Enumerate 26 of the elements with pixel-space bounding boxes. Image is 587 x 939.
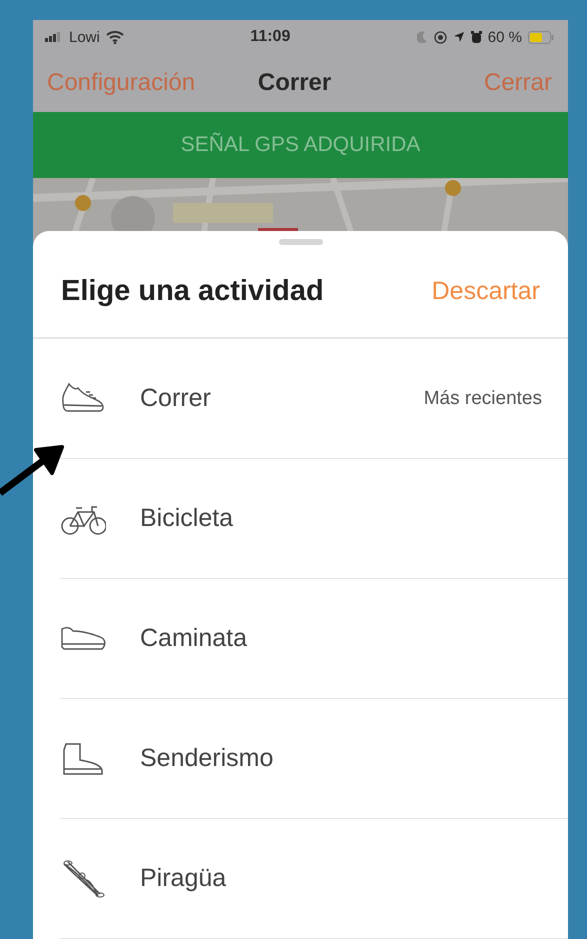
status-time: 11:09: [250, 28, 290, 46]
battery-percent: 60 %: [488, 28, 522, 46]
recent-label: Más recientes: [424, 388, 542, 410]
location-icon: [452, 31, 465, 44]
activity-name: Caminata: [140, 624, 248, 653]
rotation-lock-icon: [434, 30, 447, 44]
wifi-icon: [106, 30, 124, 44]
activity-name: Bicicleta: [140, 504, 234, 533]
sheet-handle: [278, 239, 322, 245]
activity-row[interactable]: Senderismo: [60, 699, 568, 819]
battery-icon: [528, 30, 554, 44]
activity-row[interactable]: Caminata: [60, 579, 568, 699]
alarm-icon: [470, 30, 482, 44]
activity-row[interactable]: Correr Más recientes: [60, 339, 568, 459]
signal-icon: [45, 32, 63, 42]
moon-icon: [416, 31, 428, 44]
gps-status-text: SEÑAL GPS ADQUIRIDA: [180, 133, 420, 158]
activity-name: Correr: [140, 384, 212, 413]
carrier-name: Lowi: [69, 28, 100, 46]
sheet-title: Elige una actividad: [61, 274, 324, 308]
shoe-icon: [60, 626, 106, 652]
activity-row[interactable]: Piragüa: [60, 819, 568, 939]
activity-row[interactable]: Bicicleta: [60, 459, 568, 579]
activity-name: Senderismo: [140, 744, 274, 773]
screen-title: Correr: [258, 69, 332, 98]
activity-name: Piragüa: [140, 864, 228, 893]
